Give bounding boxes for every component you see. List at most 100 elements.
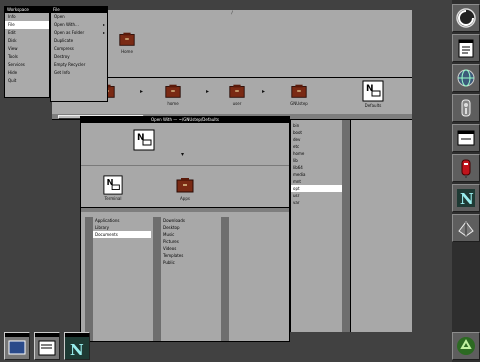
menu-item-tools[interactable]: Tools: [5, 53, 49, 61]
folder-icon: [165, 84, 181, 98]
path-item-defaults[interactable]: N Defaults: [362, 80, 384, 108]
main-menu[interactable]: Workspace Info File Edit Disk View Tools…: [4, 6, 50, 98]
submenu-item-open[interactable]: Open: [51, 13, 107, 21]
dock-tile-terminal[interactable]: [452, 124, 480, 152]
list-item[interactable]: Desktop: [161, 224, 219, 231]
menu-item-quit[interactable]: Quit: [5, 77, 49, 85]
dock-tile-editor[interactable]: [452, 34, 480, 62]
submenu-item-compress[interactable]: Compress: [51, 45, 107, 53]
list-item[interactable]: lib: [291, 157, 342, 164]
list-item[interactable]: home: [291, 150, 342, 157]
mailbox-icon: [461, 159, 471, 178]
menu-item-info[interactable]: Info: [5, 13, 49, 21]
submenu-item-destroy[interactable]: Destroy: [51, 53, 107, 61]
list-item[interactable]: Applications: [93, 217, 151, 224]
right-column-scroller[interactable]: [342, 120, 350, 332]
editor-icon: [458, 39, 474, 58]
preferences-icon: [458, 221, 474, 237]
list-item[interactable]: var: [291, 199, 342, 206]
list-item[interactable]: usr: [291, 192, 342, 199]
path-arrow-icon: ▸: [262, 88, 266, 95]
submenu-item-open-folder[interactable]: Open as Folder ▸: [51, 29, 107, 37]
miniwindow-titlebar: [35, 333, 59, 337]
open-with-window[interactable]: Open With — ~/GNUstep/Defaults N ▾ N Ter…: [80, 116, 290, 342]
next-icon: N: [457, 189, 475, 208]
path-label-4: Defaults: [364, 103, 382, 108]
right-browser-column-2[interactable]: [350, 120, 412, 332]
svg-text:N: N: [70, 341, 84, 356]
inspector-hscroll[interactable]: [81, 207, 289, 212]
inspector-list-2[interactable]: Downloads Desktop Music Pictures Videos …: [161, 217, 219, 341]
list-item[interactable]: bin: [291, 122, 342, 129]
list-item[interactable]: media: [291, 171, 342, 178]
dock-tile-clock[interactable]: [452, 94, 480, 122]
list-item[interactable]: mnt: [291, 178, 342, 185]
inspector-item-terminal[interactable]: N Terminal: [103, 175, 123, 201]
list-item[interactable]: etc: [291, 143, 342, 150]
dock-tile-next[interactable]: N: [452, 184, 480, 212]
list-item[interactable]: boot: [291, 129, 342, 136]
menu-item-services[interactable]: Services: [5, 61, 49, 69]
inspector-item-apps[interactable]: Apps: [175, 175, 195, 201]
dock-tile-globe[interactable]: [452, 64, 480, 92]
menu-item-file[interactable]: File: [5, 21, 49, 29]
gnustep-icon: [456, 8, 476, 28]
open-with-title: Open With — ~/GNUstep/Defaults: [151, 117, 219, 122]
list-item-selected[interactable]: Documents: [93, 231, 151, 238]
file-icon: N: [103, 175, 123, 195]
submenu-item-duplicate[interactable]: Duplicate: [51, 37, 107, 45]
dock-tile-preferences[interactable]: [452, 214, 480, 242]
list-item[interactable]: Music: [161, 231, 219, 238]
open-with-titlebar[interactable]: Open With — ~/GNUstep/Defaults: [81, 117, 289, 123]
list-2-scroller[interactable]: [153, 217, 161, 341]
dock-tile-mailbox[interactable]: [452, 154, 480, 182]
submenu-item-get-info[interactable]: Get Info: [51, 69, 107, 77]
menu-item-edit[interactable]: Edit: [5, 29, 49, 37]
submenu-item-empty-recycler[interactable]: Empty Recycler: [51, 61, 107, 69]
path-item-home[interactable]: home: [164, 82, 182, 106]
list-item-selected[interactable]: opt: [291, 185, 342, 192]
list-item[interactable]: Public: [161, 259, 219, 266]
list-1-scroller[interactable]: [85, 217, 93, 341]
editor-miniwindow[interactable]: [34, 332, 60, 360]
file-submenu[interactable]: File Open Open With... ▸ Open as Folder ▸ …: [50, 6, 108, 102]
folder-icon: [176, 178, 194, 193]
next-miniwindow[interactable]: N: [64, 332, 90, 360]
menu-item-hide[interactable]: Hide: [5, 69, 49, 77]
inspector-list-3[interactable]: [229, 217, 287, 341]
list-item[interactable]: lib64: [291, 164, 342, 171]
list-item[interactable]: dev: [291, 136, 342, 143]
dock-tile-recycler[interactable]: [452, 332, 480, 360]
svg-text:N: N: [460, 190, 474, 208]
screen-icon: [8, 340, 26, 355]
submenu-arrow-icon: ▸: [102, 30, 105, 35]
list-3-scroller[interactable]: [221, 217, 229, 341]
inspector-list-1[interactable]: Applications Library Documents: [93, 217, 151, 341]
path-item-gnustep[interactable]: GNUstep: [290, 82, 308, 106]
path-label-1: home: [167, 101, 179, 106]
list-item[interactable]: Downloads: [161, 217, 219, 224]
inspector-divider: [81, 165, 289, 166]
path-item-user[interactable]: user: [228, 82, 246, 106]
menu-item-view[interactable]: View: [5, 45, 49, 53]
file-icon: N: [362, 80, 384, 102]
list-item[interactable]: Library: [93, 224, 151, 231]
submenu-item-open-with[interactable]: Open With... ▸: [51, 21, 107, 29]
inspector-top-file[interactable]: N: [133, 129, 155, 152]
menu-item-disk[interactable]: Disk: [5, 37, 49, 45]
next-icon: N: [70, 341, 84, 356]
shelf-home-item[interactable]: Home: [118, 30, 136, 54]
path-arrow-icon: ▸: [206, 88, 210, 95]
list-item[interactable]: Pictures: [161, 238, 219, 245]
miniwindow-titlebar: [5, 333, 29, 337]
right-browser-column[interactable]: bin boot dev etc home lib lib64 media mn…: [290, 120, 342, 332]
list-item[interactable]: Videos: [161, 245, 219, 252]
dock-tile-gnustep[interactable]: [452, 4, 480, 32]
list-item[interactable]: Templates: [161, 252, 219, 259]
down-arrow-icon: ▾: [181, 151, 185, 158]
viewer-miniwindow[interactable]: [4, 332, 30, 360]
path-label-2: user: [232, 101, 242, 106]
document-icon: [38, 340, 56, 356]
path-label-3: GNUstep: [290, 101, 308, 106]
clock-icon: [461, 99, 471, 117]
